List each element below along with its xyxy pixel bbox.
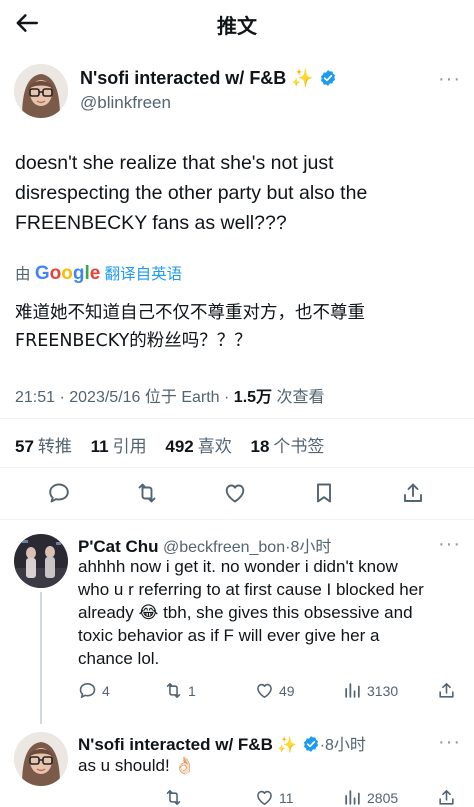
- reply-action-retweet[interactable]: 1: [164, 681, 196, 700]
- more-options-icon[interactable]: ···: [438, 68, 461, 91]
- like-heart-icon[interactable]: [223, 481, 247, 510]
- retweet-icon: [166, 789, 181, 806]
- views-count: 1.5万: [233, 389, 273, 406]
- reply-action-reply[interactable]: 4: [78, 681, 110, 700]
- reply-icon: [79, 682, 96, 699]
- translated-text: 难道她不知道自己不仅不尊重对方，也不尊重 FREENBECKY的粉丝吗？？？: [15, 299, 465, 355]
- author-name-row[interactable]: N'sofi interacted w/ F&B ✨: [80, 68, 337, 89]
- views-count: 3130: [367, 682, 399, 699]
- reply-time: ·8小时: [285, 539, 332, 556]
- translated-from-link[interactable]: 翻译自英语: [105, 266, 183, 283]
- verified-badge-icon: [319, 69, 337, 87]
- bookmarks-stat[interactable]: 18 个书签: [250, 437, 324, 456]
- reply-text-line: chance lol.: [78, 649, 160, 668]
- more-options-icon[interactable]: ···: [438, 731, 461, 754]
- views-chart-icon: [345, 790, 360, 805]
- share-icon[interactable]: [401, 481, 425, 510]
- retweet-icon[interactable]: [135, 481, 159, 510]
- reply-action-like[interactable]: 49: [255, 681, 295, 700]
- reply-avatar[interactable]: [14, 534, 68, 588]
- translated-line: FREENBECKY的粉丝吗？？？: [15, 331, 252, 351]
- reply-author-name[interactable]: N'sofi interacted w/ F&B: [78, 735, 273, 754]
- translation-attribution[interactable]: 由 Google 翻译自英语: [15, 262, 182, 285]
- reply-text: ahhhh now i get it. no wonder i didn't k…: [78, 555, 463, 670]
- tweet-text-line: FREENBECKY fans as well???: [15, 212, 287, 234]
- sparkles-emoji: ✨: [277, 737, 298, 754]
- tweet-stats: 57 转推 11 引用 492 喜欢 18 个书签: [15, 432, 324, 457]
- reply-header: N'sofi interacted w/ F&B ✨ ·8小时: [78, 731, 366, 755]
- reply-action-share[interactable]: [437, 788, 456, 807]
- tweet-text: doesn't she realize that she's not just …: [15, 148, 465, 238]
- tweet-meta: 21:51 · 2023/5/16 位于 Earth · 1.5万 次查看: [15, 383, 325, 407]
- translated-line: 难道她不知道自己不仅不尊重对方，也不尊重: [15, 303, 365, 323]
- retweet-count: 1: [188, 682, 196, 699]
- page-title: 推文: [217, 14, 257, 38]
- bookmark-icon[interactable]: [312, 481, 336, 510]
- author-avatar[interactable]: [14, 64, 68, 118]
- like-heart-icon: [257, 683, 272, 699]
- divider: [0, 519, 474, 520]
- reply-text-line: who u r referring to at first cause I bl…: [78, 580, 424, 599]
- thread-connector: [40, 592, 42, 724]
- retweet-icon: [166, 682, 181, 699]
- reply-author-name[interactable]: P'Cat Chu: [78, 537, 159, 556]
- more-options-icon[interactable]: ···: [438, 533, 461, 556]
- reply-action-retweet[interactable]: [164, 788, 183, 807]
- quotes-stat[interactable]: 11 引用: [91, 437, 147, 456]
- top-bar: 推文: [0, 0, 474, 46]
- reply-action-views[interactable]: 3130: [343, 681, 398, 700]
- reply-time: ·8小时: [319, 737, 366, 754]
- reply-text: as u should! 👌🏻: [78, 756, 196, 775]
- reply-header: P'Cat Chu @beckfreen_bon·8小时: [78, 533, 331, 557]
- reply-action-views[interactable]: 2805: [343, 788, 398, 807]
- reply-avatar[interactable]: [14, 732, 68, 786]
- views-chart-icon: [345, 683, 360, 698]
- verified-badge-icon: [302, 735, 320, 753]
- google-logo: Google: [34, 263, 101, 284]
- back-arrow-icon[interactable]: [14, 10, 40, 36]
- retweets-stat[interactable]: 57 转推: [15, 437, 72, 456]
- reply-author-handle[interactable]: @beckfreen_bon: [163, 539, 285, 556]
- share-icon: [439, 789, 454, 805]
- tweet-text-line: disrespecting the other party but also t…: [15, 182, 368, 204]
- reply-action-share[interactable]: [437, 681, 456, 700]
- tweet-text-line: doesn't she realize that she's not just: [15, 152, 334, 174]
- reply-text-line: ahhhh now i get it. no wonder i didn't k…: [78, 557, 398, 576]
- author-name[interactable]: N'sofi interacted w/ F&B: [80, 68, 286, 88]
- views-label: 次查看: [272, 389, 325, 406]
- sparkles-emoji: ✨: [291, 68, 314, 88]
- share-icon: [439, 682, 454, 698]
- likes-stat[interactable]: 492 喜欢: [165, 437, 231, 456]
- reply-text-line: already 😂 tbh, she gives this obsessive …: [78, 603, 413, 622]
- tweet-timestamp: 21:51 · 2023/5/16 位于 Earth ·: [15, 389, 234, 406]
- reply-text-line: toxic behavior as if F will ever give he…: [78, 626, 380, 645]
- views-count: 2805: [367, 789, 399, 806]
- reply-icon[interactable]: [47, 481, 71, 510]
- like-count: 49: [279, 682, 295, 699]
- like-heart-icon: [257, 790, 272, 806]
- divider: [0, 467, 474, 468]
- divider: [0, 418, 474, 419]
- like-count: 11: [279, 789, 294, 806]
- reply-count: 4: [102, 682, 110, 699]
- reply-action-like[interactable]: 11: [255, 788, 294, 807]
- translate-prefix: 由: [15, 266, 31, 283]
- author-handle[interactable]: @blinkfreen: [80, 93, 171, 113]
